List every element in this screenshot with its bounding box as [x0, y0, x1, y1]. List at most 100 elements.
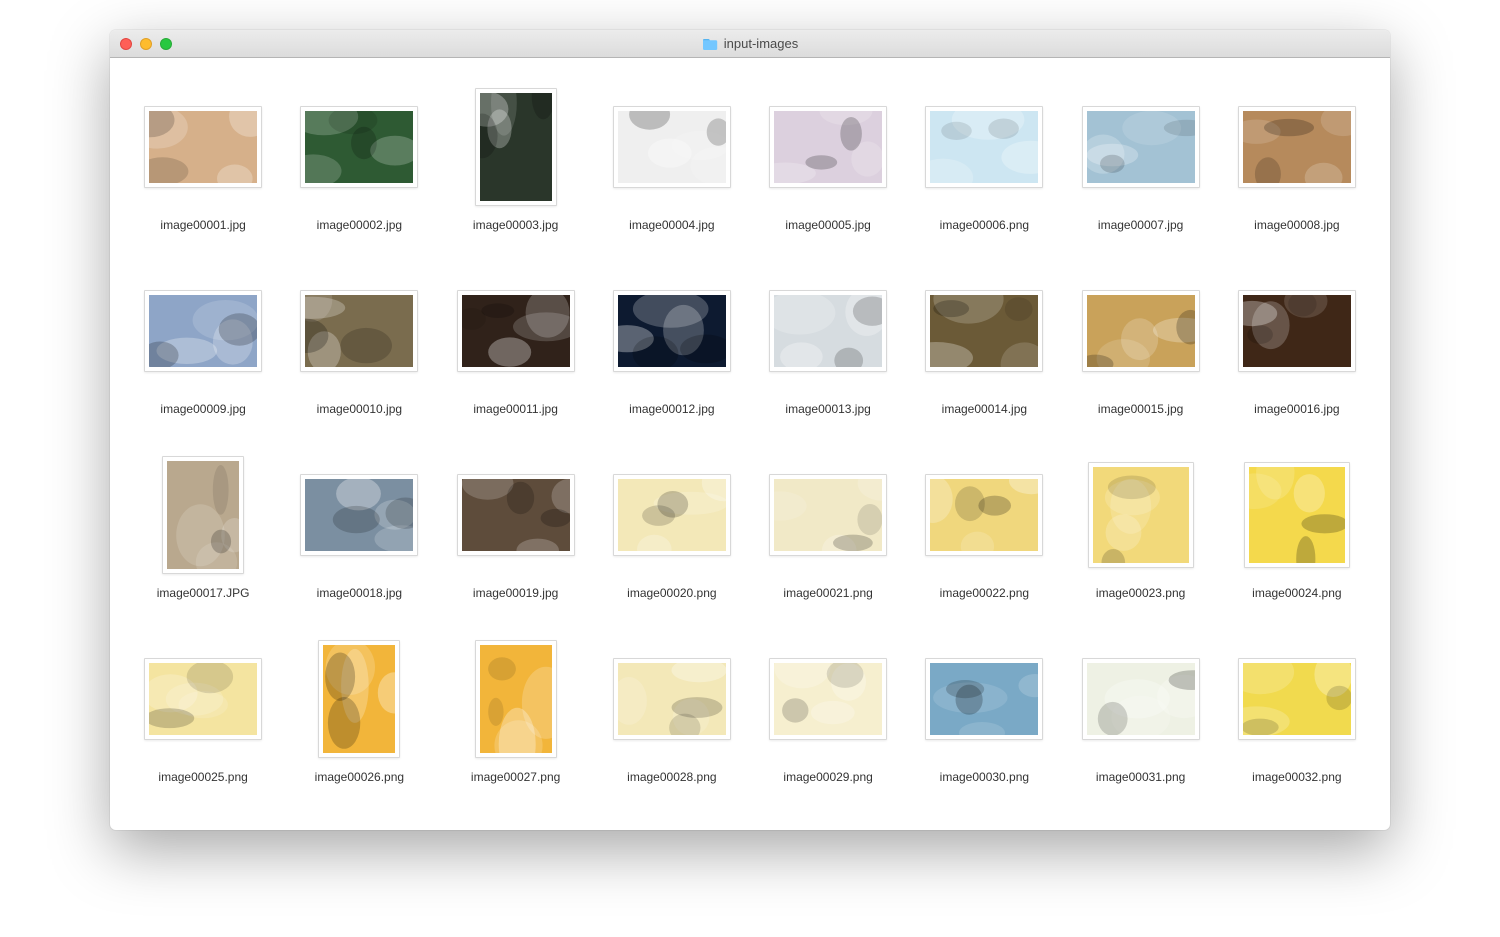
file-thumbnail[interactable]: [1082, 658, 1200, 740]
file-name-label[interactable]: image00006.png: [940, 218, 1029, 232]
file-name-label[interactable]: image00017.JPG: [157, 586, 250, 600]
file-thumbnail[interactable]: [457, 290, 575, 372]
file-thumbnail[interactable]: [925, 290, 1043, 372]
file-name-label[interactable]: image00024.png: [1252, 586, 1341, 600]
file-name-label[interactable]: image00022.png: [940, 586, 1029, 600]
file-item[interactable]: image00024.png: [1224, 456, 1370, 600]
file-name-label[interactable]: image00018.jpg: [317, 586, 402, 600]
file-name-label[interactable]: image00005.jpg: [785, 218, 870, 232]
file-name-label[interactable]: image00030.png: [940, 770, 1029, 784]
file-item[interactable]: image00028.png: [599, 640, 745, 784]
file-name-label[interactable]: image00003.jpg: [473, 218, 558, 232]
file-thumbnail[interactable]: [1082, 106, 1200, 188]
file-name-label[interactable]: image00032.png: [1252, 770, 1341, 784]
file-thumbnail[interactable]: [300, 474, 418, 556]
file-item[interactable]: image00019.jpg: [443, 456, 589, 600]
file-name-label[interactable]: image00001.jpg: [160, 218, 245, 232]
file-thumbnail[interactable]: [300, 290, 418, 372]
file-name-label[interactable]: image00009.jpg: [160, 402, 245, 416]
file-thumbnail[interactable]: [925, 658, 1043, 740]
file-item[interactable]: image00012.jpg: [599, 272, 745, 416]
file-name-label[interactable]: image00008.jpg: [1254, 218, 1339, 232]
file-name-label[interactable]: image00029.png: [783, 770, 872, 784]
file-item[interactable]: image00007.jpg: [1068, 88, 1214, 232]
file-thumbnail[interactable]: [162, 456, 244, 574]
file-name-label[interactable]: image00019.jpg: [473, 586, 558, 600]
file-item[interactable]: image00006.png: [911, 88, 1057, 232]
file-thumbnail[interactable]: [613, 658, 731, 740]
file-item[interactable]: image00013.jpg: [755, 272, 901, 416]
file-item[interactable]: image00005.jpg: [755, 88, 901, 232]
file-item[interactable]: image00020.png: [599, 456, 745, 600]
file-thumbnail[interactable]: [769, 290, 887, 372]
file-name-label[interactable]: image00025.png: [158, 770, 247, 784]
file-thumbnail[interactable]: [925, 474, 1043, 556]
file-item[interactable]: image00023.png: [1068, 456, 1214, 600]
zoom-button[interactable]: [160, 38, 172, 50]
icon-view-content[interactable]: image00001.jpg image00002.jpg image00003.j…: [110, 58, 1390, 830]
file-thumbnail[interactable]: [1088, 462, 1194, 568]
file-item[interactable]: image00010.jpg: [286, 272, 432, 416]
titlebar[interactable]: input-images: [110, 30, 1390, 58]
file-name-label[interactable]: image00002.jpg: [317, 218, 402, 232]
file-name-label[interactable]: image00028.png: [627, 770, 716, 784]
file-thumbnail[interactable]: [475, 640, 557, 758]
file-thumbnail[interactable]: [769, 474, 887, 556]
file-thumbnail[interactable]: [613, 290, 731, 372]
file-name-label[interactable]: image00027.png: [471, 770, 560, 784]
file-thumbnail[interactable]: [613, 474, 731, 556]
file-name-label[interactable]: image00011.jpg: [473, 402, 558, 416]
file-name-label[interactable]: image00020.png: [627, 586, 716, 600]
file-thumbnail[interactable]: [925, 106, 1043, 188]
file-item[interactable]: image00002.jpg: [286, 88, 432, 232]
file-thumbnail[interactable]: [1238, 290, 1356, 372]
file-thumbnail[interactable]: [769, 658, 887, 740]
file-item[interactable]: image00011.jpg: [443, 272, 589, 416]
file-item[interactable]: image00030.png: [911, 640, 1057, 784]
file-item[interactable]: image00027.png: [443, 640, 589, 784]
file-name-label[interactable]: image00010.jpg: [317, 402, 402, 416]
file-item[interactable]: image00025.png: [130, 640, 276, 784]
file-item[interactable]: image00003.jpg: [443, 88, 589, 232]
file-item[interactable]: image00031.png: [1068, 640, 1214, 784]
file-item[interactable]: image00032.png: [1224, 640, 1370, 784]
file-item[interactable]: image00029.png: [755, 640, 901, 784]
file-item[interactable]: image00017.JPG: [130, 456, 276, 600]
file-item[interactable]: image00004.jpg: [599, 88, 745, 232]
file-thumbnail[interactable]: [300, 106, 418, 188]
file-name-label[interactable]: image00013.jpg: [785, 402, 870, 416]
minimize-button[interactable]: [140, 38, 152, 50]
file-name-label[interactable]: image00026.png: [315, 770, 404, 784]
file-thumbnail[interactable]: [318, 640, 400, 758]
file-thumbnail[interactable]: [475, 88, 557, 206]
file-item[interactable]: image00009.jpg: [130, 272, 276, 416]
file-item[interactable]: image00015.jpg: [1068, 272, 1214, 416]
file-thumbnail[interactable]: [144, 290, 262, 372]
file-thumbnail[interactable]: [1238, 106, 1356, 188]
file-item[interactable]: image00022.png: [911, 456, 1057, 600]
file-name-label[interactable]: image00021.png: [783, 586, 872, 600]
file-thumbnail[interactable]: [613, 106, 731, 188]
file-name-label[interactable]: image00012.jpg: [629, 402, 714, 416]
file-name-label[interactable]: image00007.jpg: [1098, 218, 1183, 232]
file-item[interactable]: image00008.jpg: [1224, 88, 1370, 232]
file-item[interactable]: image00018.jpg: [286, 456, 432, 600]
file-thumbnail[interactable]: [144, 658, 262, 740]
file-name-label[interactable]: image00016.jpg: [1254, 402, 1339, 416]
file-thumbnail[interactable]: [769, 106, 887, 188]
file-item[interactable]: image00016.jpg: [1224, 272, 1370, 416]
file-name-label[interactable]: image00023.png: [1096, 586, 1185, 600]
file-name-label[interactable]: image00014.jpg: [942, 402, 1027, 416]
file-item[interactable]: image00021.png: [755, 456, 901, 600]
file-thumbnail[interactable]: [457, 474, 575, 556]
file-item[interactable]: image00001.jpg: [130, 88, 276, 232]
file-item[interactable]: image00014.jpg: [911, 272, 1057, 416]
file-thumbnail[interactable]: [144, 106, 262, 188]
file-name-label[interactable]: image00031.png: [1096, 770, 1185, 784]
file-name-label[interactable]: image00004.jpg: [629, 218, 714, 232]
file-thumbnail[interactable]: [1244, 462, 1350, 568]
file-thumbnail[interactable]: [1238, 658, 1356, 740]
file-item[interactable]: image00026.png: [286, 640, 432, 784]
file-name-label[interactable]: image00015.jpg: [1098, 402, 1183, 416]
close-button[interactable]: [120, 38, 132, 50]
